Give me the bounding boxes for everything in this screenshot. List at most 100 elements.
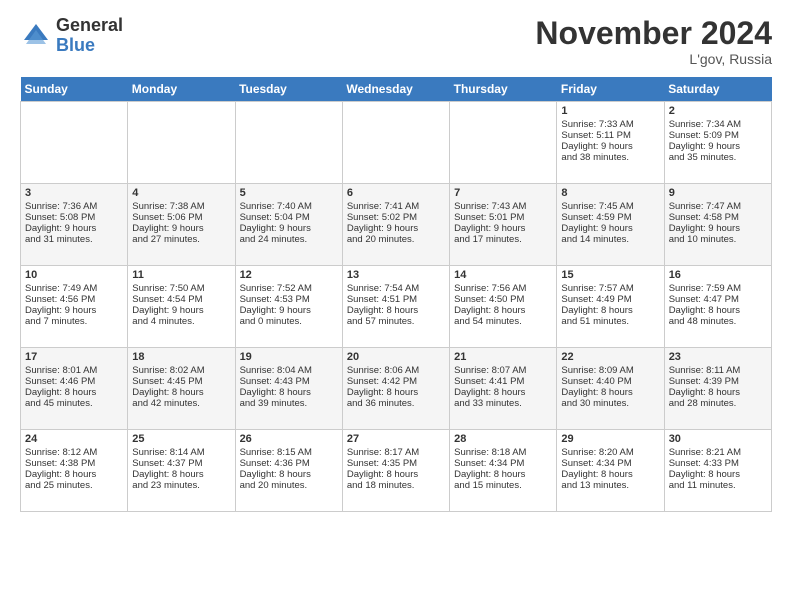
day-info-line: Sunrise: 8:06 AM (347, 365, 445, 376)
day-number: 5 (240, 187, 338, 199)
header: General Blue November 2024 L'gov, Russia (20, 16, 772, 67)
table-row: 16Sunrise: 7:59 AMSunset: 4:47 PMDayligh… (664, 266, 771, 348)
table-row: 23Sunrise: 8:11 AMSunset: 4:39 PMDayligh… (664, 348, 771, 430)
day-number: 10 (25, 269, 123, 281)
table-row: 4Sunrise: 7:38 AMSunset: 5:06 PMDaylight… (128, 184, 235, 266)
day-info-line: Daylight: 9 hours (561, 141, 659, 152)
day-info-line: Sunset: 4:35 PM (347, 458, 445, 469)
day-info-line: and 48 minutes. (669, 316, 767, 327)
day-info-line: and 42 minutes. (132, 398, 230, 409)
day-info-line: Daylight: 8 hours (561, 469, 659, 480)
day-info-line: Sunset: 4:47 PM (669, 294, 767, 305)
day-number: 28 (454, 433, 552, 445)
day-number: 16 (669, 269, 767, 281)
day-info-line: Sunrise: 8:01 AM (25, 365, 123, 376)
day-number: 27 (347, 433, 445, 445)
day-number: 3 (25, 187, 123, 199)
day-info-line: and 11 minutes. (669, 480, 767, 491)
day-info-line: and 7 minutes. (25, 316, 123, 327)
logo-blue: Blue (56, 36, 123, 56)
day-info-line: and 24 minutes. (240, 234, 338, 245)
day-info-line: and 38 minutes. (561, 152, 659, 163)
day-number: 9 (669, 187, 767, 199)
day-info-line: Sunrise: 7:34 AM (669, 119, 767, 130)
day-info-line: Daylight: 8 hours (454, 305, 552, 316)
day-info-line: Sunset: 4:53 PM (240, 294, 338, 305)
day-info-line: Sunrise: 8:14 AM (132, 447, 230, 458)
day-info-line: Sunset: 4:43 PM (240, 376, 338, 387)
table-row: 8Sunrise: 7:45 AMSunset: 4:59 PMDaylight… (557, 184, 664, 266)
calendar-body: 1Sunrise: 7:33 AMSunset: 5:11 PMDaylight… (21, 102, 772, 512)
day-info-line: Daylight: 8 hours (25, 387, 123, 398)
day-info-line: and 23 minutes. (132, 480, 230, 491)
table-row: 10Sunrise: 7:49 AMSunset: 4:56 PMDayligh… (21, 266, 128, 348)
day-info-line: Sunset: 5:09 PM (669, 130, 767, 141)
table-row: 26Sunrise: 8:15 AMSunset: 4:36 PMDayligh… (235, 430, 342, 512)
day-info-line: Sunrise: 8:20 AM (561, 447, 659, 458)
day-info-line: and 17 minutes. (454, 234, 552, 245)
calendar-week-row: 17Sunrise: 8:01 AMSunset: 4:46 PMDayligh… (21, 348, 772, 430)
day-info-line: Sunset: 5:01 PM (454, 212, 552, 223)
day-info-line: and 10 minutes. (669, 234, 767, 245)
month-title: November 2024 (535, 16, 772, 51)
day-info-line: Sunset: 4:56 PM (25, 294, 123, 305)
day-number: 7 (454, 187, 552, 199)
day-number: 21 (454, 351, 552, 363)
day-info-line: Sunrise: 7:47 AM (669, 201, 767, 212)
table-row: 22Sunrise: 8:09 AMSunset: 4:40 PMDayligh… (557, 348, 664, 430)
day-info-line: Sunset: 4:39 PM (669, 376, 767, 387)
table-row: 25Sunrise: 8:14 AMSunset: 4:37 PMDayligh… (128, 430, 235, 512)
day-info-line: Sunrise: 8:18 AM (454, 447, 552, 458)
day-info-line: and 18 minutes. (347, 480, 445, 491)
day-info-line: and 20 minutes. (240, 480, 338, 491)
day-info-line: Sunset: 4:36 PM (240, 458, 338, 469)
day-info-line: Sunrise: 7:40 AM (240, 201, 338, 212)
day-info-line: Sunset: 4:33 PM (669, 458, 767, 469)
table-row: 12Sunrise: 7:52 AMSunset: 4:53 PMDayligh… (235, 266, 342, 348)
table-row: 27Sunrise: 8:17 AMSunset: 4:35 PMDayligh… (342, 430, 449, 512)
day-info-line: Daylight: 8 hours (669, 387, 767, 398)
calendar-week-row: 3Sunrise: 7:36 AMSunset: 5:08 PMDaylight… (21, 184, 772, 266)
day-info-line: Sunrise: 7:41 AM (347, 201, 445, 212)
day-info-line: Daylight: 8 hours (561, 387, 659, 398)
day-info-line: and 45 minutes. (25, 398, 123, 409)
day-number: 14 (454, 269, 552, 281)
day-number: 15 (561, 269, 659, 281)
day-info-line: Daylight: 9 hours (669, 141, 767, 152)
day-info-line: Sunrise: 7:45 AM (561, 201, 659, 212)
day-info-line: Daylight: 9 hours (454, 223, 552, 234)
day-info-line: and 31 minutes. (25, 234, 123, 245)
day-info-line: Sunrise: 8:04 AM (240, 365, 338, 376)
day-info-line: Sunset: 4:46 PM (25, 376, 123, 387)
day-number: 11 (132, 269, 230, 281)
day-info-line: Daylight: 8 hours (454, 469, 552, 480)
day-info-line: Daylight: 8 hours (347, 305, 445, 316)
day-info-line: Sunrise: 7:56 AM (454, 283, 552, 294)
table-row: 3Sunrise: 7:36 AMSunset: 5:08 PMDaylight… (21, 184, 128, 266)
day-info-line: Sunset: 5:02 PM (347, 212, 445, 223)
day-number: 19 (240, 351, 338, 363)
day-info-line: Daylight: 8 hours (561, 305, 659, 316)
table-row: 19Sunrise: 8:04 AMSunset: 4:43 PMDayligh… (235, 348, 342, 430)
table-row: 28 Sunrise: 8:18 AMSunset: 4:34 PMDayligh… (450, 430, 557, 512)
day-info-line: and 14 minutes. (561, 234, 659, 245)
day-number: 26 (240, 433, 338, 445)
header-friday: Friday (557, 77, 664, 102)
day-number: 25 (132, 433, 230, 445)
header-sunday: Sunday (21, 77, 128, 102)
day-info-line: and 51 minutes. (561, 316, 659, 327)
day-info-line: and 30 minutes. (561, 398, 659, 409)
day-info-line: Sunrise: 8:11 AM (669, 365, 767, 376)
calendar-header-row: Sunday Monday Tuesday Wednesday Thursday… (21, 77, 772, 102)
day-info-line: Daylight: 8 hours (454, 387, 552, 398)
logo-general: General (56, 16, 123, 36)
day-info-line: and 4 minutes. (132, 316, 230, 327)
day-info-line: Sunrise: 7:52 AM (240, 283, 338, 294)
day-info-line: Daylight: 9 hours (669, 223, 767, 234)
day-info-line: Sunset: 4:34 PM (454, 458, 552, 469)
day-info-line: Sunset: 4:50 PM (454, 294, 552, 305)
day-info-line: and 20 minutes. (347, 234, 445, 245)
day-info-line: Daylight: 9 hours (25, 223, 123, 234)
logo-text: General Blue (56, 16, 123, 56)
day-info-line: Daylight: 8 hours (347, 387, 445, 398)
